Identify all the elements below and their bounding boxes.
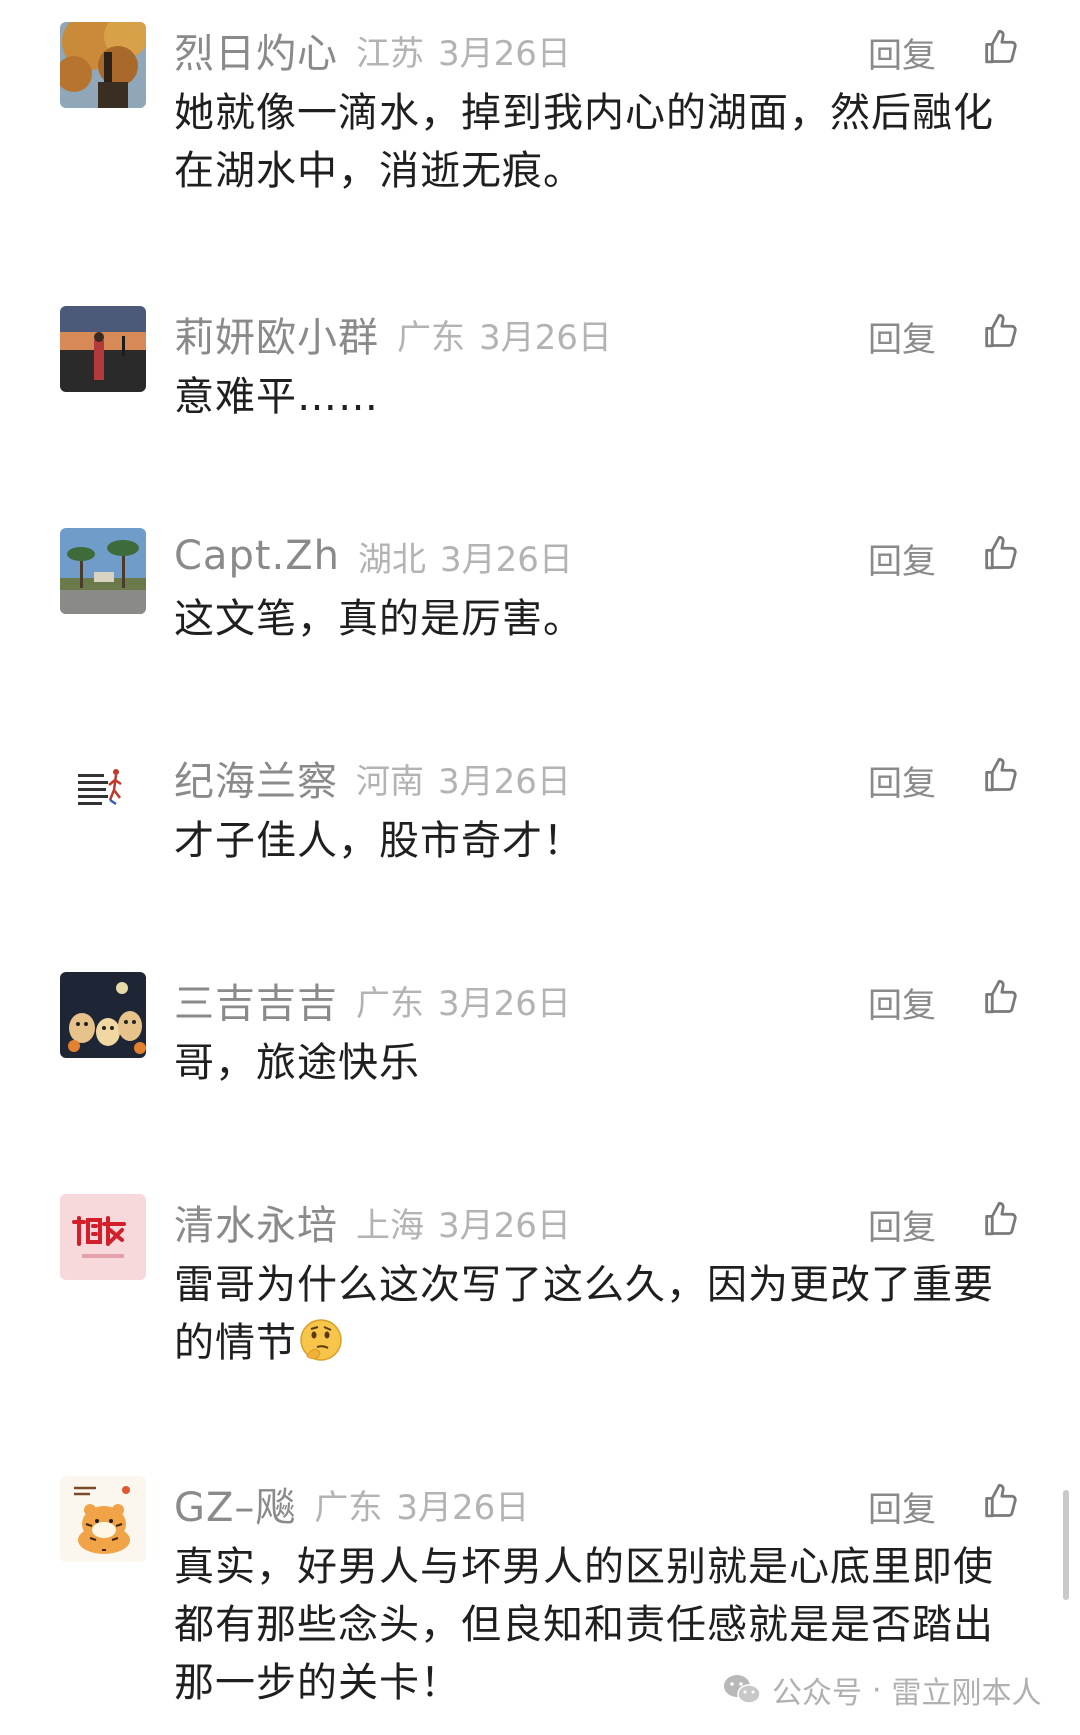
region: 广东: [397, 317, 465, 358]
like-button[interactable]: [980, 26, 1022, 68]
comment-text: 意难平……: [174, 374, 379, 420]
wechat-icon: [724, 1675, 761, 1704]
comment-meta: 烈日灼心 江苏 3月26日: [174, 22, 571, 78]
date: 3月26日: [438, 761, 571, 802]
scrollbar[interactable]: [1063, 1490, 1069, 1600]
comment-meta: 纪海兰察 河南 3月26日: [174, 750, 571, 806]
sunset-person-avatar-image: [60, 306, 146, 392]
avatar[interactable]: [60, 972, 146, 1058]
like-button[interactable]: [980, 754, 1022, 796]
comment-meta: GZ–飚 广东 3月26日: [174, 1476, 529, 1532]
avatar[interactable]: [60, 1194, 146, 1280]
username[interactable]: 清水永培: [174, 1193, 338, 1251]
avatar[interactable]: [60, 22, 146, 108]
region: 河南: [356, 761, 424, 802]
comment-text: 哥，旅途快乐: [174, 1040, 420, 1086]
like-button[interactable]: [980, 1198, 1022, 1240]
date: 3月26日: [396, 1487, 530, 1528]
watermark-author: 雷立刚本人: [891, 1676, 1042, 1711]
avatar[interactable]: [60, 1476, 146, 1562]
avatar[interactable]: [60, 750, 146, 836]
comment-text: 才子佳人，股市奇才！: [174, 818, 584, 864]
reply-button[interactable]: 回复: [868, 978, 936, 1027]
reply-button[interactable]: 回复: [868, 312, 936, 361]
username[interactable]: 三吉吉吉: [174, 971, 338, 1029]
like-button[interactable]: [980, 976, 1022, 1018]
thinking-face-emoji: [300, 1319, 342, 1361]
comment-text: 这文笔，真的是厉害。: [174, 596, 584, 642]
comment-list: 烈日灼心 江苏 3月26日 回复 她就像一滴水，掉到我内心的湖面，然后融化在湖水…: [0, 0, 1080, 1735]
thumbs-up-icon: [985, 29, 1017, 64]
reply-button[interactable]: 回复: [868, 1200, 936, 1249]
thumbs-up-icon: [985, 313, 1017, 348]
date: 3月26日: [438, 33, 571, 74]
region: 广东: [356, 983, 424, 1024]
watermark: 公众号 · 雷立刚本人: [722, 1667, 1042, 1713]
comment-meta: Capt.Zh 湖北 3月26日: [174, 528, 573, 584]
region: 江苏: [356, 33, 424, 74]
watermark-account-type: 公众号: [772, 1676, 862, 1711]
username[interactable]: 纪海兰察: [174, 749, 338, 807]
reply-button[interactable]: 回复: [868, 534, 936, 583]
reply-button[interactable]: 回复: [868, 28, 936, 77]
username[interactable]: Capt.Zh: [174, 533, 340, 579]
comment-text-content: 雷哥为什么这次写了这么久，因为更改了重要的情节: [174, 1262, 994, 1366]
comment-meta: 三吉吉吉 广东 3月26日: [174, 972, 571, 1028]
thumbs-up-icon: [985, 757, 1017, 792]
date: 3月26日: [439, 539, 573, 580]
thumbs-up-icon: [985, 535, 1017, 570]
thumbs-up-icon: [985, 1201, 1017, 1236]
username[interactable]: 莉妍欧小群: [174, 305, 379, 363]
region: 广东: [314, 1487, 383, 1528]
watermark-separator: ·: [872, 1672, 882, 1708]
like-button[interactable]: [980, 532, 1022, 574]
date: 3月26日: [438, 1205, 571, 1246]
region: 湖北: [357, 539, 426, 580]
like-button[interactable]: [980, 1480, 1022, 1522]
autumn-tree-avatar-image: [60, 22, 146, 108]
tiger-cartoon-avatar-image: [60, 1476, 146, 1562]
thumbs-up-icon: [985, 1483, 1017, 1518]
palm-trees-avatar-image: [60, 528, 146, 614]
region: 上海: [356, 1205, 424, 1246]
comment-text: 雷哥为什么这次写了这么久，因为更改了重要的情节: [174, 1256, 1004, 1372]
china-dream-avatar-image: [60, 1194, 146, 1280]
reply-button[interactable]: 回复: [868, 756, 936, 805]
date: 3月26日: [438, 983, 571, 1024]
thumbs-up-icon: [985, 979, 1017, 1014]
date: 3月26日: [479, 317, 612, 358]
avatar[interactable]: [60, 306, 146, 392]
reply-button[interactable]: 回复: [868, 1482, 936, 1531]
cartoon-dogs-avatar-image: [60, 972, 146, 1058]
comment-text: 她就像一滴水，掉到我内心的湖面，然后融化在湖水中，消逝无痕。: [174, 90, 994, 194]
username[interactable]: GZ–飚: [174, 1475, 296, 1533]
username[interactable]: 烈日灼心: [174, 21, 338, 79]
comment-meta: 莉妍欧小群 广东 3月26日: [174, 306, 612, 362]
text-runner-avatar-image: [60, 750, 146, 836]
comment-meta: 清水永培 上海 3月26日: [174, 1194, 571, 1250]
avatar[interactable]: [60, 528, 146, 614]
like-button[interactable]: [980, 310, 1022, 352]
